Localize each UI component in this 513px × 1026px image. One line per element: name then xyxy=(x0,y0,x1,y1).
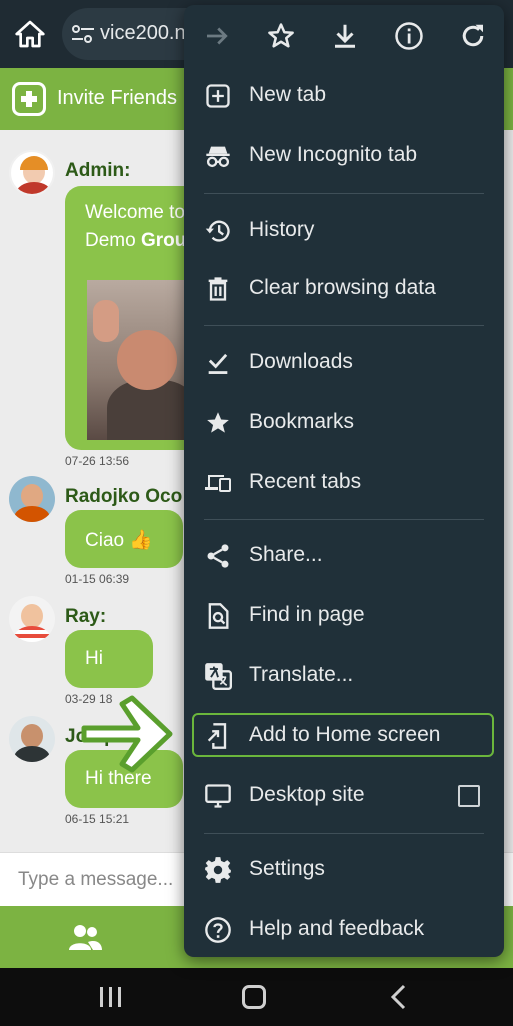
add-box-icon xyxy=(12,82,46,116)
invite-friends-label: Invite Friends xyxy=(57,87,178,109)
new-tab-icon xyxy=(206,84,230,108)
timestamp: 06-15 15:21 xyxy=(65,812,130,826)
site-settings-icon[interactable] xyxy=(70,22,96,46)
menu-divider xyxy=(204,325,484,326)
sender-name: Ray: xyxy=(65,606,107,627)
menu-item-find-in-page[interactable]: Find in page xyxy=(184,587,504,645)
menu-divider xyxy=(204,519,484,520)
home-icon[interactable] xyxy=(14,18,46,50)
menu-toolbar xyxy=(184,5,504,67)
menu-item-recent-tabs[interactable]: Recent tabs xyxy=(184,454,504,512)
message-bubble: Ciao 👍 xyxy=(65,510,183,568)
timestamp: 01-15 06:39 xyxy=(65,572,130,586)
star-icon[interactable] xyxy=(266,21,296,51)
sender-name: Admin: xyxy=(65,160,131,181)
menu-item-label: New Incognito tab xyxy=(249,143,418,166)
message-text: Ciao 👍 xyxy=(85,530,154,551)
message-text-line2: Demo Grou xyxy=(85,230,186,252)
menu-item-label: History xyxy=(249,218,315,241)
menu-item-label: Bookmarks xyxy=(249,410,355,433)
timestamp: 07-26 13:56 xyxy=(65,454,130,468)
menu-item-desktop-site[interactable]: Desktop site xyxy=(184,767,504,825)
menu-item-label: Find in page xyxy=(249,603,365,626)
menu-item-new-incognito-tab[interactable]: New Incognito tab xyxy=(184,127,504,185)
star-filled-icon xyxy=(207,412,229,433)
menu-item-downloads[interactable]: Downloads xyxy=(184,334,504,392)
nav-home-icon[interactable] xyxy=(242,985,266,1009)
menu-item-label: Desktop site xyxy=(249,783,365,806)
translate-icon xyxy=(205,663,232,690)
menu-item-label: Help and feedback xyxy=(249,917,425,940)
menu-item-translate[interactable]: Translate... xyxy=(184,647,504,705)
menu-item-share[interactable]: Share... xyxy=(184,527,504,585)
incognito-icon xyxy=(206,146,230,168)
info-icon[interactable] xyxy=(394,21,424,51)
menu-item-label: Add to Home screen xyxy=(249,723,441,746)
recent-apps-icon[interactable] xyxy=(98,985,124,1009)
users-icon[interactable] xyxy=(68,922,102,952)
avatar xyxy=(9,596,55,642)
menu-item-label: Share... xyxy=(249,543,323,566)
menu-item-settings[interactable]: Settings xyxy=(184,841,504,899)
menu-item-label: Settings xyxy=(249,857,325,880)
menu-item-clear-browsing-data[interactable]: Clear browsing data xyxy=(184,260,504,318)
add-to-home-icon xyxy=(207,723,227,749)
avatar xyxy=(9,476,55,522)
url-text: vice200.n xyxy=(100,22,186,44)
system-nav-bar xyxy=(0,968,513,1026)
desktop-icon xyxy=(205,784,231,808)
message-input[interactable] xyxy=(18,867,188,893)
menu-item-help-and-feedback[interactable]: Help and feedback xyxy=(184,901,504,959)
menu-item-label: Clear browsing data xyxy=(249,276,436,299)
share-icon xyxy=(207,544,229,568)
overflow-menu: New tab New Incognito tab History Clear … xyxy=(184,5,504,957)
avatar xyxy=(9,716,55,762)
forward-icon[interactable] xyxy=(202,21,232,51)
group-link[interactable]: Grou xyxy=(141,230,186,251)
downloads-icon xyxy=(208,353,228,374)
devices-icon xyxy=(205,475,231,492)
message-text: Welcome to xyxy=(85,202,185,223)
help-icon xyxy=(205,917,231,943)
refresh-icon[interactable] xyxy=(458,21,488,51)
history-icon xyxy=(205,220,230,242)
pointer-arrow-icon xyxy=(81,695,173,773)
message-text: Hi xyxy=(85,648,103,669)
gear-icon xyxy=(205,857,231,883)
sender-name: Radojko Oco xyxy=(65,486,183,507)
menu-item-add-to-home-screen[interactable]: Add to Home screen xyxy=(184,707,504,765)
find-icon xyxy=(208,603,229,629)
message-bubble: Hi xyxy=(65,630,153,688)
menu-divider xyxy=(204,833,484,834)
message-text-plain: Demo xyxy=(85,230,141,251)
download-icon[interactable] xyxy=(330,21,360,51)
desktop-site-checkbox[interactable] xyxy=(458,785,480,807)
avatar xyxy=(9,150,55,196)
menu-item-history[interactable]: History xyxy=(184,202,504,260)
back-icon[interactable] xyxy=(388,983,408,1011)
menu-item-new-tab[interactable]: New tab xyxy=(184,67,504,125)
menu-divider xyxy=(204,193,484,194)
menu-item-label: New tab xyxy=(249,83,327,106)
menu-item-label: Downloads xyxy=(249,350,353,373)
menu-item-bookmarks[interactable]: Bookmarks xyxy=(184,394,504,452)
menu-item-label: Translate... xyxy=(249,663,354,686)
menu-item-label: Recent tabs xyxy=(249,470,362,493)
trash-icon xyxy=(208,277,228,301)
